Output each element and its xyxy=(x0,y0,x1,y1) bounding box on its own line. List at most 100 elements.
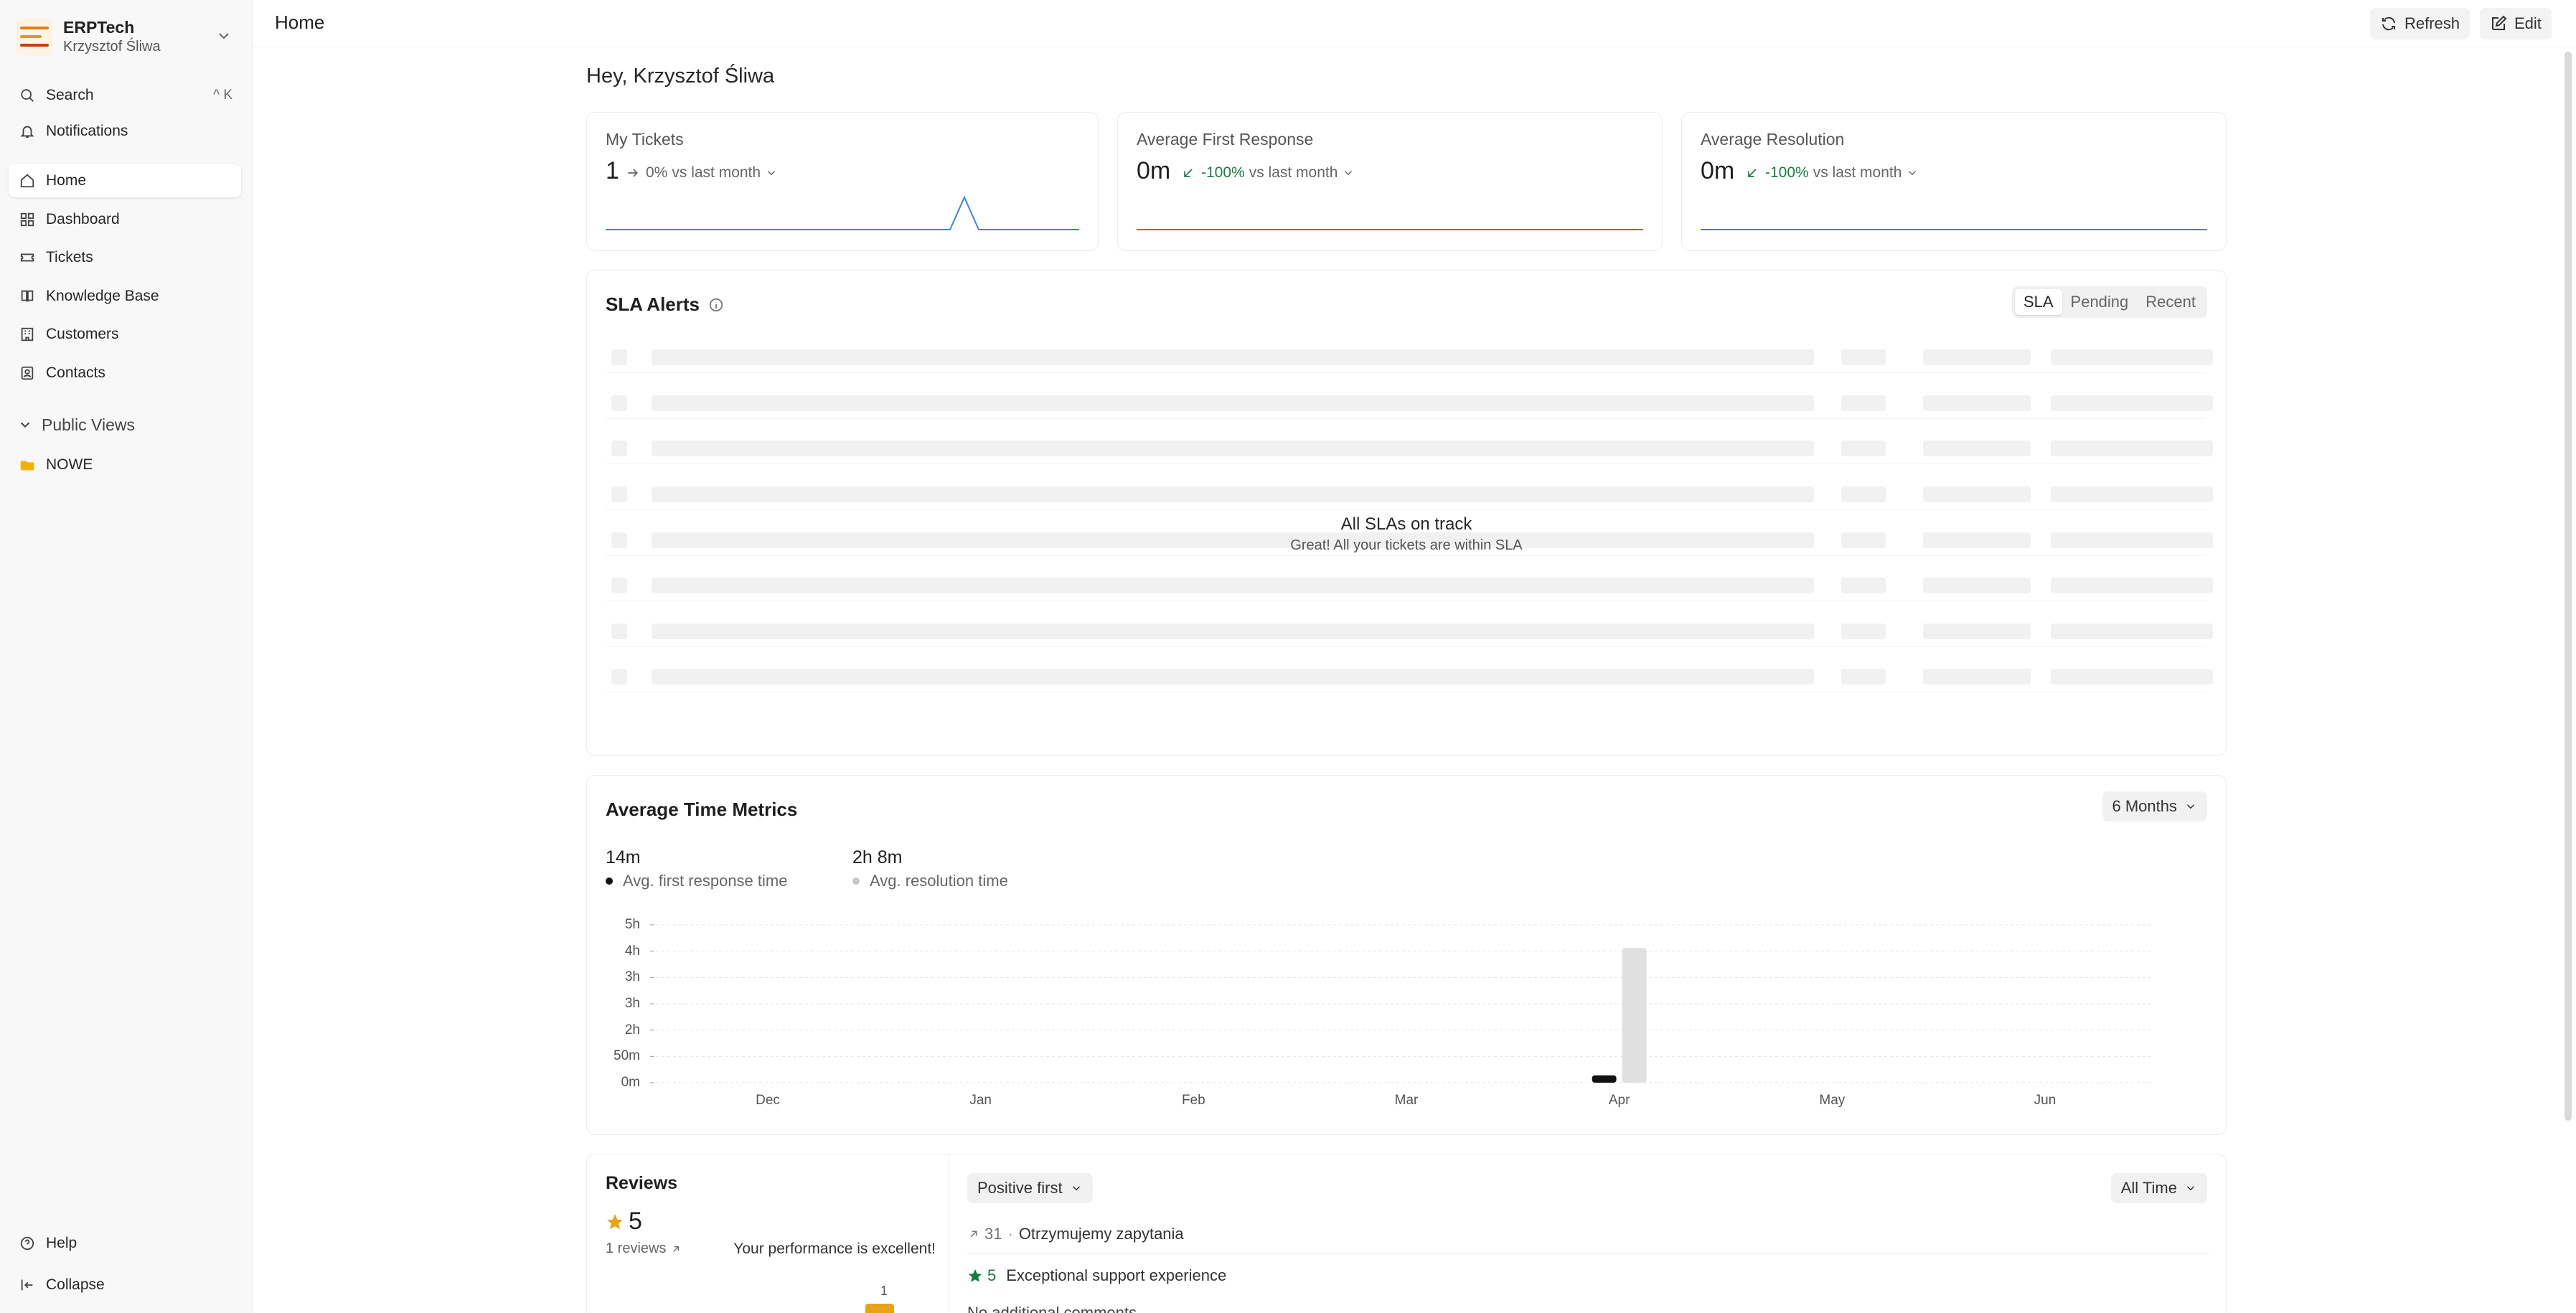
reviews-count: 1 reviews xyxy=(606,1241,667,1256)
public-views-toggle[interactable]: Public Views xyxy=(17,412,135,438)
sla-empty-title: All SLAs on track xyxy=(1340,514,1472,534)
scrollbar[interactable] xyxy=(2565,52,2572,1121)
tab-pending[interactable]: Pending xyxy=(2062,289,2138,315)
refresh-button[interactable]: Refresh xyxy=(2370,8,2471,39)
sla-alerts-card: SLA Alerts SLA Pending Recent All SLAs o… xyxy=(586,270,2227,756)
chart-bar[interactable] xyxy=(1592,1075,1617,1083)
skeleton-block xyxy=(652,578,1814,593)
skeleton-block xyxy=(1923,441,2031,456)
metric-label: My Tickets xyxy=(606,130,684,149)
tab-sla[interactable]: SLA xyxy=(2014,289,2062,315)
collapse-icon xyxy=(19,1276,36,1294)
metric-label: Average Resolution xyxy=(1701,130,1845,149)
review-range-value: All Time xyxy=(2120,1179,2177,1197)
external-link-icon xyxy=(673,1246,680,1252)
brand-name: ERPTech xyxy=(63,18,135,37)
chart-svg xyxy=(650,924,2151,1083)
tab-recent[interactable]: Recent xyxy=(2137,289,2204,315)
metric-value: 1 xyxy=(606,157,619,184)
skeleton-block xyxy=(652,669,1814,684)
notifications-label: Notifications xyxy=(46,123,128,139)
metric-label: Average First Response xyxy=(1137,130,1314,149)
skeleton-divider xyxy=(606,646,2206,647)
skeleton-block xyxy=(652,486,1814,502)
sidebar-item-tickets[interactable]: Tickets xyxy=(9,241,241,274)
sla-empty-subtitle: Great! All your tickets are within SLA xyxy=(1290,537,1523,553)
review-range-select[interactable]: All Time xyxy=(2110,1173,2207,1203)
review-ticket-subject: Otrzymujemy zapytania xyxy=(1018,1225,1184,1243)
sidebar-item-knowledge-base[interactable]: Knowledge Base xyxy=(9,280,241,313)
histogram-label: 1 xyxy=(880,1284,888,1298)
sparkline-first-response xyxy=(1137,229,1643,230)
skeleton-block xyxy=(1841,669,1886,684)
sidebar-item-customers[interactable]: Customers xyxy=(9,318,241,351)
reviews-message: Your performance is excellent! xyxy=(733,1241,936,1257)
chevron-down-icon xyxy=(17,417,33,433)
metric-card-my-tickets: My Tickets 1 0% vs last month xyxy=(586,112,1099,251)
search-label: Search xyxy=(46,87,94,103)
brand-logo xyxy=(16,18,53,55)
sidebar-item-label: Contacts xyxy=(46,364,105,381)
reviews-card: Reviews 5 1 reviews Your performance is … xyxy=(586,1154,2227,1313)
skeleton-row xyxy=(606,619,2213,647)
sidebar-item-nowe[interactable]: NOWE xyxy=(9,448,241,481)
review-item: 5 Exceptional support experience xyxy=(967,1266,1226,1285)
help-button[interactable]: Help xyxy=(9,1227,241,1260)
skeleton-block xyxy=(652,349,1814,365)
skeleton-block xyxy=(2051,349,2213,365)
review-sort-value: Positive first xyxy=(977,1179,1063,1197)
search-button[interactable]: Search ^ K xyxy=(9,79,241,112)
skeleton-block xyxy=(611,578,627,593)
sla-alerts-title: SLA Alerts xyxy=(606,293,700,315)
metric-delta[interactable]: -100% vs last month xyxy=(1745,164,1919,182)
skeleton-block xyxy=(652,623,1814,639)
sidebar-item-contacts[interactable]: Contacts xyxy=(9,357,241,390)
metric-delta-value: -100% xyxy=(1765,164,1809,181)
review-title: Exceptional support experience xyxy=(1006,1266,1227,1284)
workspace-switcher[interactable]: ERPTech Krzysztof Śliwa xyxy=(16,14,238,59)
sidebar-item-label: Tickets xyxy=(46,249,93,265)
arrow-right-icon xyxy=(628,169,639,177)
folder-icon xyxy=(19,456,36,474)
metric-delta-suffix: vs last month xyxy=(672,164,761,181)
metric-value: 0m xyxy=(1701,157,1735,184)
metric-delta-value: 0% xyxy=(646,164,668,181)
refresh-label: Refresh xyxy=(2405,14,2460,32)
notifications-button[interactable]: Notifications xyxy=(9,115,241,148)
review-stars: 5 xyxy=(987,1266,997,1284)
metric-delta[interactable]: 0% vs last month xyxy=(626,164,778,182)
review-ticket-number: 31 xyxy=(984,1225,1002,1243)
skeleton-row xyxy=(606,482,2213,510)
sparkline-resolution xyxy=(1701,229,2207,230)
review-ticket-link[interactable]: 31 · Otrzymujemy zapytania xyxy=(967,1225,1184,1243)
skeleton-block xyxy=(2051,486,2213,502)
skeleton-block xyxy=(1923,623,2031,639)
sidebar-item-home[interactable]: Home xyxy=(9,164,241,197)
info-icon[interactable] xyxy=(708,297,724,313)
edit-button[interactable]: Edit xyxy=(2480,8,2552,39)
edit-icon xyxy=(2490,15,2507,32)
reviews-count-link[interactable]: 1 reviews xyxy=(606,1241,682,1257)
skeleton-block xyxy=(1923,395,2031,411)
review-sort-select[interactable]: Positive first xyxy=(967,1173,1093,1203)
collapse-button[interactable]: Collapse xyxy=(9,1269,241,1302)
skeleton-block xyxy=(611,349,627,365)
page-title: Home xyxy=(275,11,325,33)
skeleton-block xyxy=(611,395,627,411)
building-icon xyxy=(19,326,36,343)
book-icon xyxy=(19,288,36,305)
skeleton-block xyxy=(611,441,627,456)
chart-bar[interactable] xyxy=(1622,948,1647,1083)
sidebar-item-dashboard[interactable]: Dashboard xyxy=(9,203,241,236)
time-metrics-card: Average Time Metrics 6 Months 14m Avg. f… xyxy=(586,775,2227,1135)
ticket-icon xyxy=(19,249,36,266)
skeleton-block xyxy=(611,623,627,639)
star-icon xyxy=(968,1269,982,1282)
metric-delta-suffix: vs last month xyxy=(1813,164,1902,181)
arrow-down-left-icon xyxy=(1748,169,1757,177)
metric-delta-value: -100% xyxy=(1201,164,1245,181)
metric-delta[interactable]: -100% vs last month xyxy=(1181,164,1355,182)
skeleton-block xyxy=(652,441,1814,456)
metric-delta-suffix: vs last month xyxy=(1249,164,1338,181)
skeleton-row xyxy=(606,436,2213,464)
